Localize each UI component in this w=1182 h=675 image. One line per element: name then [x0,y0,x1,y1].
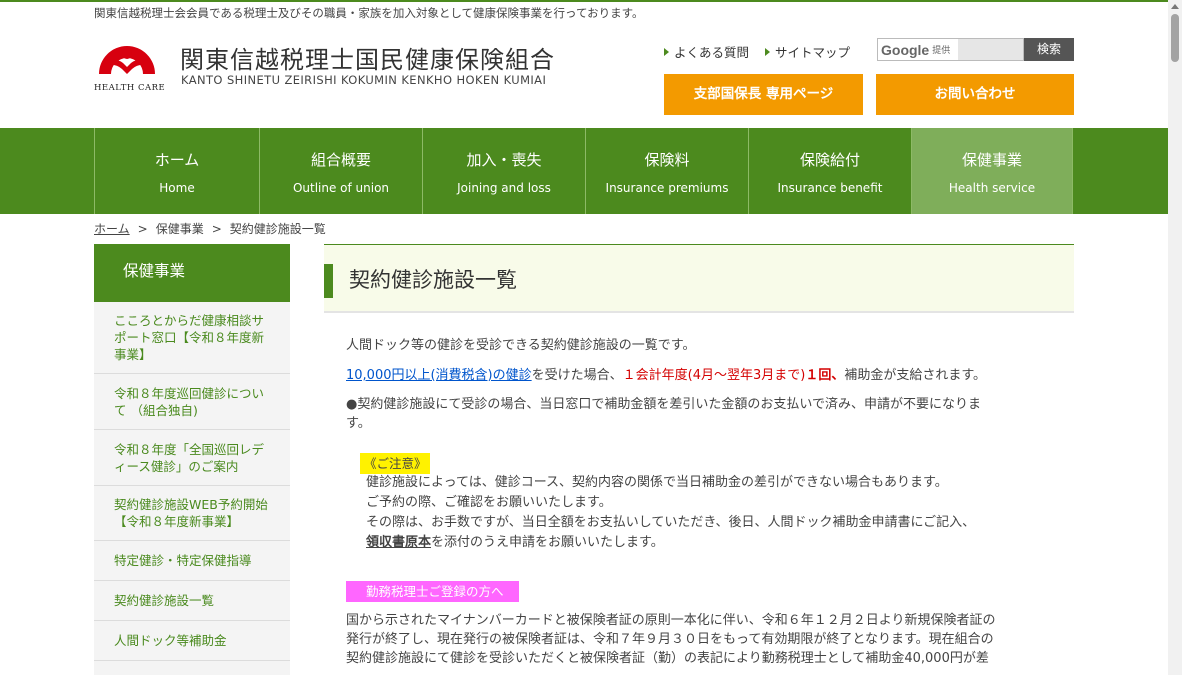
triangle-right-icon [664,47,669,56]
top-accent-line [0,0,1168,2]
site-logo[interactable]: HEALTH CARE [94,34,166,96]
sidebar-item-facility-list[interactable]: 契約健診施設一覧 [94,581,290,621]
tax-notice-line-1: 国から示されたマイナンバーカードと被保険者証の原則一本化に伴い、令和６年１２月２… [346,613,996,628]
tax-accountant-notice-label: 勤務税理士ご登録の方へ [346,581,519,602]
nav-item-home[interactable]: ホーム Home [94,128,259,214]
receipt-original-text: 領収書原本 [366,535,432,550]
notice-line-4: 領収書原本を添付のうえ申請をお願いいたします。 [366,535,664,550]
health-care-logo-icon [99,46,155,74]
nav-item-premiums[interactable]: 保険料 Insurance premiums [585,128,748,214]
contact-button[interactable]: お問い合わせ [876,74,1074,115]
scroll-up-icon[interactable] [1171,4,1179,9]
tax-notice-line-2: 発行が終了し、現在発行の被保険者証は、令和７年９月３０日をもって有効期限が終了と… [346,632,994,647]
notice-line-2: ご予約の際、ご確認をお願いいたします。 [366,495,612,510]
breadcrumb-section-link[interactable]: 保健事業 [156,222,204,236]
sidebar-item-tour-checkup[interactable]: 令和８年度巡回健診について （組合独自) [94,374,290,430]
tax-notice-line-3: 契約健診施設にて健診を受診いただくと被保険者証（勤）の表記により勤務税理士として… [346,651,989,666]
scrollbar-thumb[interactable] [1171,14,1179,62]
intro-text: 人間ドック等の健診を受診できる契約健診施設の一覧です。 [346,338,696,353]
notice-line-3: その際は、お手数ですが、当日全額をお支払いしていただき、後日、人間ドック補助金申… [366,515,976,530]
nav-item-joining[interactable]: 加入・喪失 Joining and loss [422,128,585,214]
google-logo: Google [881,41,930,58]
utility-links: よくある質問 サイトマップ [664,42,850,61]
bullet-text-line-1: ●契約健診施設にて受診の場合、当日窓口で補助金額を差引いた金額のお支払いで済み、… [346,397,981,412]
page-title: 契約健診施設一覧 [349,268,517,292]
nav-item-health-service[interactable]: 保健事業 Health service [911,128,1073,214]
sitemap-link[interactable]: サイトマップ [765,42,850,61]
nav-item-outline[interactable]: 組合概要 Outline of union [259,128,422,214]
sidebar-item-ladies-checkup[interactable]: 令和８年度「全国巡回レデ ィース健診」のご案内 [94,430,290,486]
breadcrumb-current: 契約健診施設一覧 [229,222,326,236]
bullet-text-line-2: す。 [346,416,371,431]
subsidy-text: 10,000円以上(消費税含)の健診を受けた場合、１会計年度(4月～翌年3月まで… [346,368,987,383]
sidebar-item-dock-subsidy[interactable]: 人間ドック等補助金 [94,621,290,661]
search-input[interactable]: Google 提供 [877,38,1024,61]
page-title-box: 契約健診施設一覧 [324,244,1074,313]
triangle-right-icon [765,47,771,56]
header-tagline: 関東信越税理士会会員である税理士及びその職員・家族を加入対象として健康保険事業を… [94,6,644,20]
vertical-scrollbar[interactable] [1168,0,1182,675]
branch-page-button[interactable]: 支部国保長 専用ページ [664,74,863,115]
search-provided-label: 提供 [932,46,951,56]
site-title: 関東信越税理士国民健康保険組合 [180,46,555,74]
sidebar-item-web-reservation[interactable]: 契約健診施設WEB予約開始 【令和８年度新事業】 [94,486,290,541]
sidebar-item-next[interactable] [94,661,290,675]
sidebar-item-health-consultation[interactable]: こころとからだ健康相談サ ポート窓口【令和８年度新 事業】 [94,302,290,374]
faq-link[interactable]: よくある質問 [664,42,749,61]
nav-item-benefit[interactable]: 保険給付 Insurance benefit [748,128,911,214]
checkup-price-link[interactable]: 10,000円以上(消費税含)の健診 [346,368,532,383]
breadcrumb-home-link[interactable]: ホーム [94,222,130,236]
search-button[interactable]: 検索 [1024,38,1074,61]
sidebar-heading: 保健事業 [94,244,290,302]
title-accent-bar [324,264,333,298]
sidebar: 保健事業 こころとからだ健康相談サ ポート窓口【令和８年度新 事業】 令和８年度巡回… [94,244,290,675]
site-subtitle: KANTO SHINETU ZEIRISHI KOKUMIN KENKHO HO… [181,73,547,87]
sidebar-item-specific-checkup[interactable]: 特定健診・特定保健指導 [94,541,290,581]
notice-label: 《ご注意》 [360,453,430,474]
breadcrumb: ホーム > 保健事業 > 契約健診施設一覧 [94,222,326,236]
notice-line-1: 健診施設によっては、健診コース、契約内容の関係で当日補助金の差引ができない場合も… [366,475,948,490]
logo-caption: HEALTH CARE [94,83,166,93]
